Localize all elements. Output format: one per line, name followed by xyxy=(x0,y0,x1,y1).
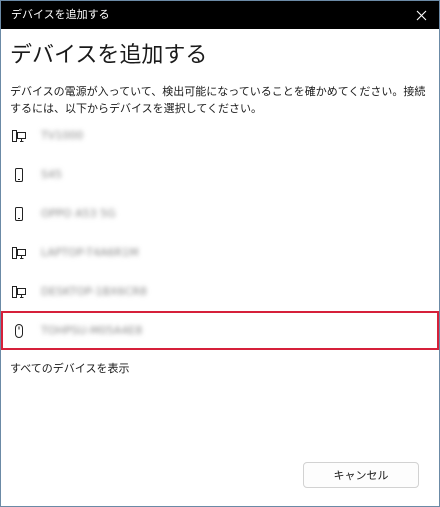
page-title: デバイスを追加する xyxy=(10,43,208,68)
device-name: LAPTOP-T4A6R1M xyxy=(41,246,139,259)
device-name: DESKTOP-1BX6CR8 xyxy=(41,285,147,298)
device-item[interactable]: LAPTOP-T4A6R1M xyxy=(1,233,439,272)
device-name: OPPO A53 5G xyxy=(41,207,116,220)
window-title: デバイスを追加する xyxy=(11,8,110,21)
device-item-selected[interactable]: TOHPSU-M05A4E8 xyxy=(1,311,439,350)
phone-icon xyxy=(15,168,23,182)
display-pc-icon xyxy=(12,247,26,259)
device-name: TV1000 xyxy=(41,129,84,142)
device-list: TV1000 S45 OPPO A53 5G LAPTOP-T4A6R1M DE… xyxy=(1,116,439,350)
mouse-icon xyxy=(15,324,23,338)
device-item[interactable]: OPPO A53 5G xyxy=(1,194,439,233)
show-all-devices-link[interactable]: すべてのデバイスを表示 xyxy=(10,361,129,377)
display-pc-icon xyxy=(12,130,26,142)
display-pc-icon xyxy=(12,286,26,298)
device-name: S45 xyxy=(41,168,62,181)
close-icon xyxy=(416,10,426,20)
cancel-button[interactable]: キャンセル xyxy=(303,462,419,488)
device-item[interactable]: TV1000 xyxy=(1,116,439,155)
title-bar: デバイスを追加する xyxy=(1,1,439,29)
add-device-dialog: デバイスを追加する デバイスを追加する デバイスの電源が入っていて、検出可能にな… xyxy=(0,0,440,507)
instructions-text: デバイスの電源が入っていて、検出可能になっていることを確かめてください。接続する… xyxy=(10,85,426,115)
device-item[interactable]: DESKTOP-1BX6CR8 xyxy=(1,272,439,311)
device-item[interactable]: S45 xyxy=(1,155,439,194)
close-button[interactable] xyxy=(407,1,435,29)
device-name: TOHPSU-M05A4E8 xyxy=(41,324,143,337)
phone-icon xyxy=(15,207,23,221)
